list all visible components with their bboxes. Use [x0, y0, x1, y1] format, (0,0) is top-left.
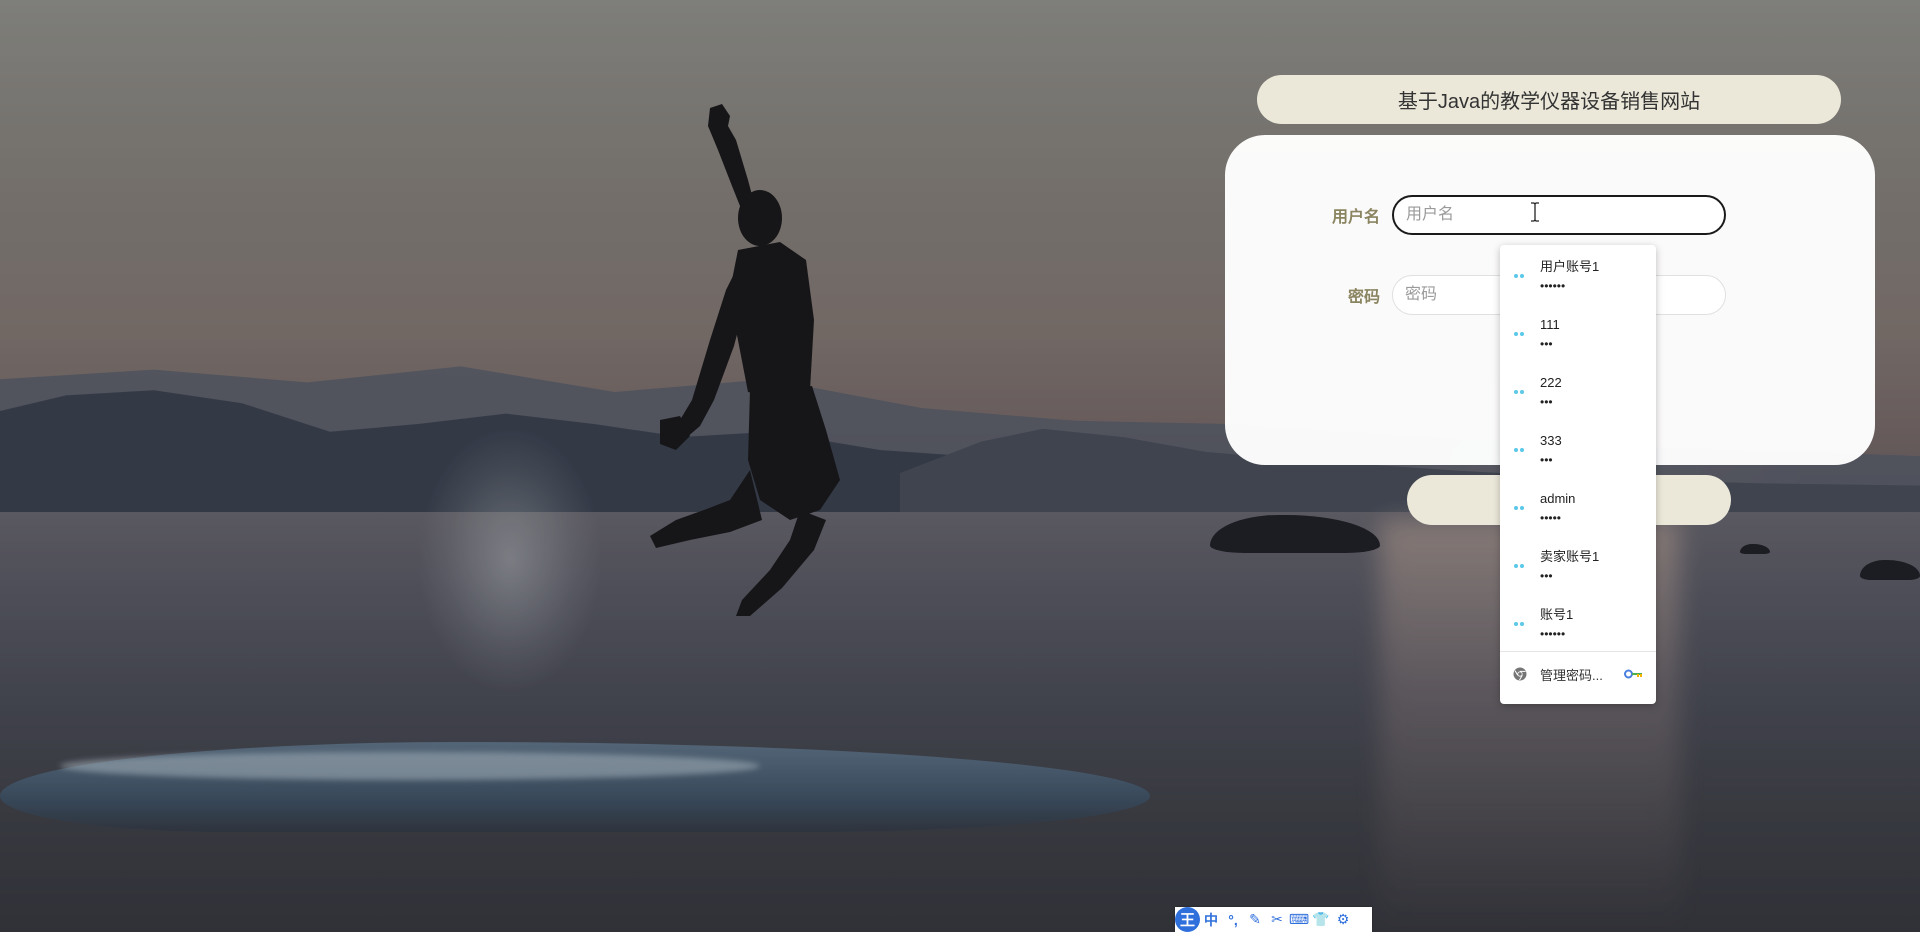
ime-skin-button[interactable]: 👕 — [1310, 907, 1332, 932]
ime-toolbar: 王 中 °, ✎ ✂ ⌨ 👕 ⚙ — [1175, 907, 1372, 932]
username-input[interactable] — [1392, 195, 1726, 235]
key-icon — [1514, 332, 1524, 336]
username-row: 用户名 — [1225, 195, 1875, 235]
ime-chinese-mode-button[interactable]: 中 — [1200, 907, 1222, 932]
site-title: 基于Java的教学仪器设备销售网站 — [1257, 75, 1841, 124]
key-icon — [1514, 506, 1524, 510]
login-page: 基于Java的教学仪器设备销售网站 用户名 密码 用户账号1 •••••• — [0, 0, 1920, 932]
autofill-password-mask: •••••• — [1540, 627, 1566, 641]
key-icon — [1514, 390, 1524, 394]
autofill-password-mask: ••••• — [1540, 511, 1562, 525]
site-title-text: 基于Java的教学仪器设备销售网站 — [1397, 91, 1701, 113]
autofill-password-mask: ••• — [1540, 453, 1553, 467]
password-autofill-dropdown: 用户账号1 •••••• 111 ••• 222 ••• 333 ••• adm… — [1500, 245, 1656, 704]
autofill-username: 111 — [1540, 317, 1560, 332]
autofill-item[interactable]: 222 ••• — [1500, 361, 1656, 419]
ime-keyboard-button[interactable]: ⌨ — [1288, 907, 1310, 932]
manage-passwords-item[interactable]: 管理密码... — [1500, 652, 1656, 696]
autofill-item[interactable]: 111 ••• — [1500, 303, 1656, 361]
autofill-username: 333 — [1540, 433, 1562, 448]
autofill-username: admin — [1540, 491, 1576, 506]
autofill-item[interactable]: 用户账号1 •••••• — [1500, 245, 1656, 303]
autofill-item[interactable]: 账号1 •••••• — [1500, 593, 1656, 651]
ime-settings-button[interactable]: ⚙ — [1332, 907, 1354, 932]
password-key-icon — [1624, 669, 1642, 679]
autofill-username: 用户账号1 — [1540, 259, 1600, 274]
ime-punctuation-button[interactable]: °, — [1222, 907, 1244, 932]
ime-logo-icon[interactable]: 王 — [1175, 907, 1200, 932]
key-icon — [1514, 274, 1524, 278]
autofill-password-mask: ••• — [1540, 337, 1553, 351]
password-label: 密码 — [1347, 289, 1380, 306]
autofill-item[interactable]: admin ••••• — [1500, 477, 1656, 535]
autofill-password-mask: •••••• — [1540, 279, 1566, 293]
key-icon — [1514, 448, 1524, 452]
key-icon — [1514, 622, 1524, 626]
autofill-item[interactable]: 333 ••• — [1500, 419, 1656, 477]
autofill-username: 账号1 — [1540, 607, 1574, 622]
ime-handwriting-button[interactable]: ✎ — [1244, 907, 1266, 932]
username-label: 用户名 — [1331, 209, 1380, 226]
chrome-icon — [1513, 667, 1527, 681]
autofill-username: 222 — [1540, 375, 1562, 390]
autofill-item[interactable]: 卖家账号1 ••• — [1500, 535, 1656, 593]
autofill-username: 卖家账号1 — [1540, 549, 1600, 564]
ime-screenshot-button[interactable]: ✂ — [1266, 907, 1288, 932]
key-icon — [1514, 564, 1524, 568]
text-cursor-icon — [1531, 202, 1539, 222]
autofill-password-mask: ••• — [1540, 569, 1553, 583]
manage-passwords-label: 管理密码... — [1540, 668, 1603, 683]
autofill-password-mask: ••• — [1540, 395, 1553, 409]
